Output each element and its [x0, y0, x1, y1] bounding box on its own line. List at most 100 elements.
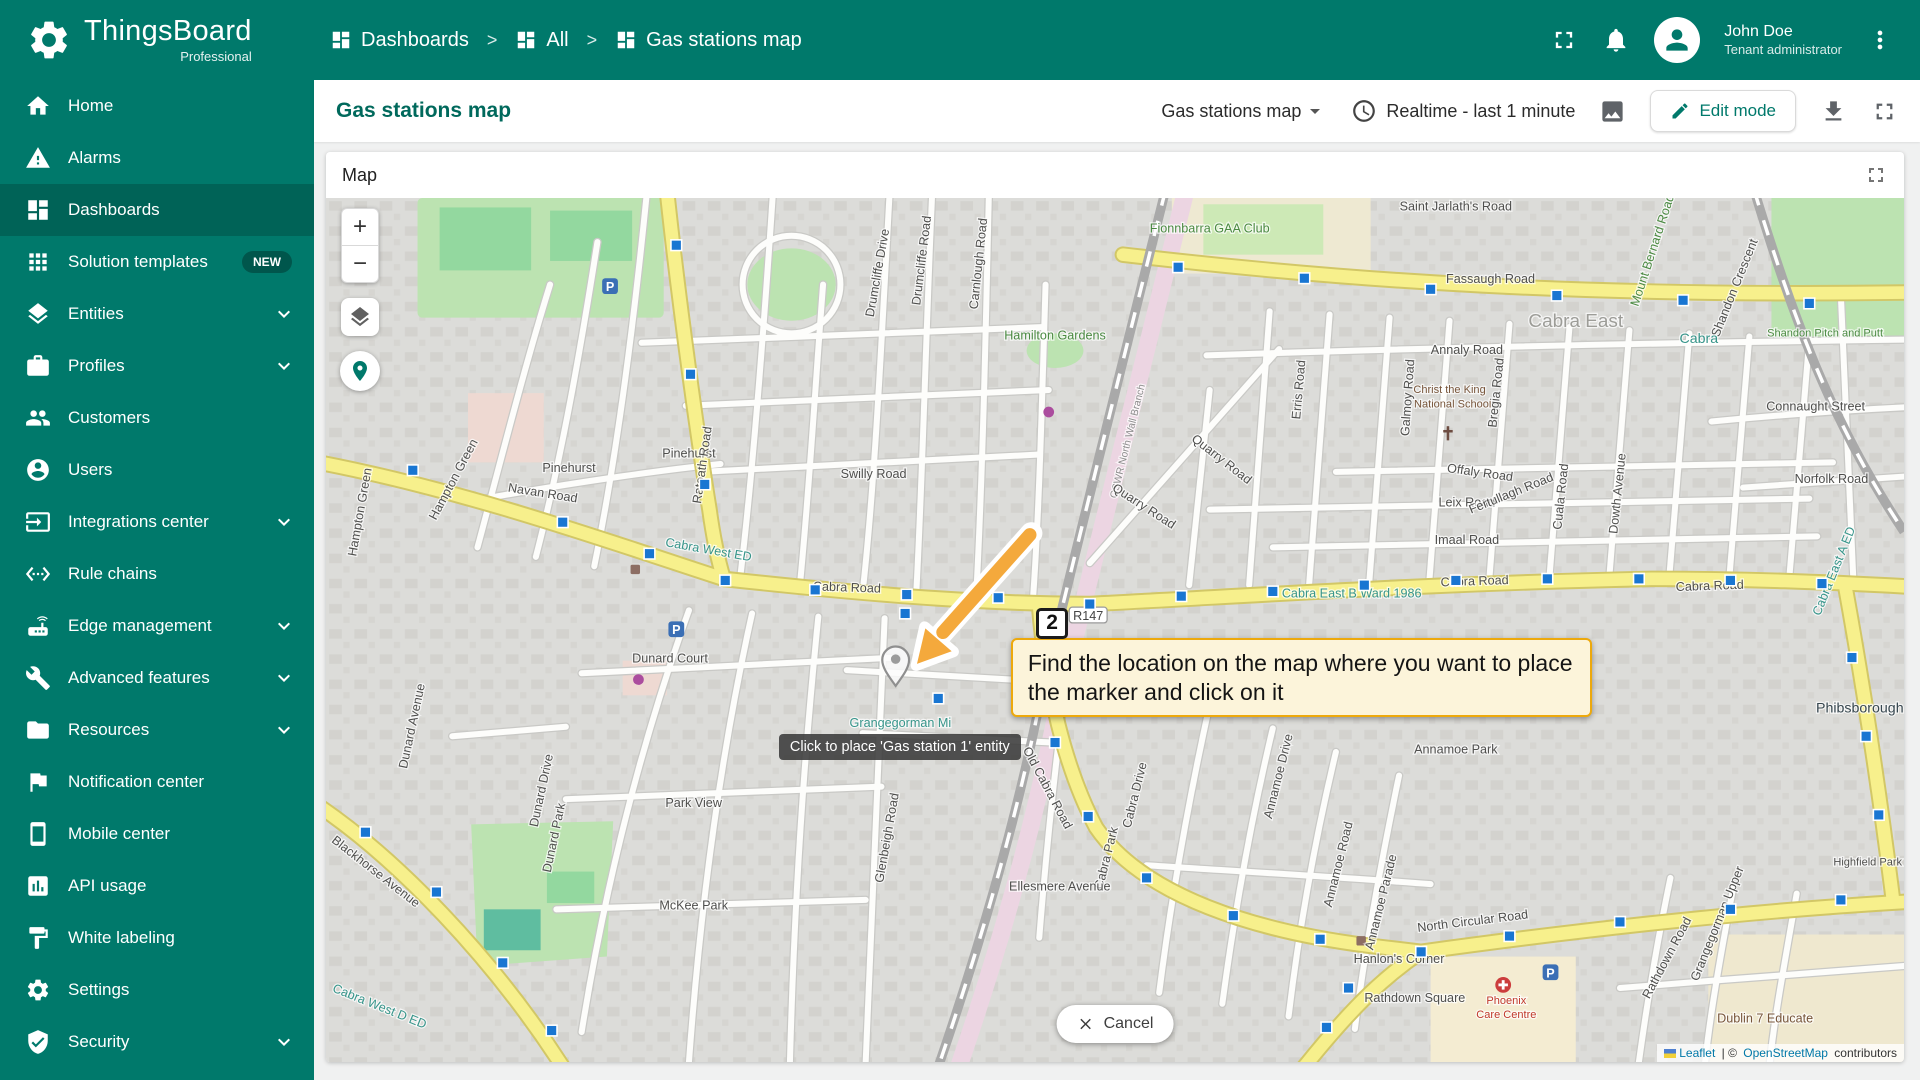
map-data-point[interactable]: [670, 239, 683, 252]
breadcrumb-item[interactable]: Dashboards: [330, 29, 469, 52]
map-label: Shandon Pitch and Putt: [1767, 328, 1883, 340]
more-menu-button[interactable]: [1866, 26, 1894, 54]
map-data-point[interactable]: [1083, 597, 1096, 611]
place-marker-tool-button[interactable]: [340, 351, 380, 391]
map-data-point[interactable]: [430, 885, 443, 899]
map-data-point[interactable]: [1175, 590, 1188, 603]
sidebar-item-mobile-center[interactable]: Mobile center: [0, 808, 314, 860]
osm-link[interactable]: OpenStreetMap: [1743, 1046, 1828, 1060]
map-canvas[interactable]: PPP Drumcliffe Road Carnlough Road Drumcli…: [326, 198, 1904, 1062]
sidebar-item-advanced-features[interactable]: Advanced features: [0, 652, 314, 704]
map-data-point[interactable]: [992, 591, 1005, 604]
leaflet-link[interactable]: Leaflet: [1679, 1046, 1715, 1060]
map-data-point[interactable]: [545, 1024, 558, 1037]
map-data-point[interactable]: [406, 464, 419, 477]
map-data-point[interactable]: [1227, 909, 1240, 922]
map-data-point[interactable]: [719, 574, 732, 587]
sidebar-item-profiles[interactable]: Profiles: [0, 340, 314, 392]
map-data-point[interactable]: [1676, 294, 1690, 307]
sidebar-item-resources[interactable]: Resources: [0, 704, 314, 756]
person-icon: [1666, 29, 1688, 51]
map-data-point[interactable]: [1342, 981, 1355, 995]
sidebar-item-home[interactable]: Home: [0, 80, 314, 132]
user-avatar[interactable]: [1654, 17, 1701, 63]
map-data-point[interactable]: [1845, 651, 1859, 664]
fullscreen-button[interactable]: [1550, 26, 1578, 54]
fullscreen-toggle-button[interactable]: [1871, 98, 1898, 125]
notifications-bell-button[interactable]: [1602, 26, 1630, 54]
map-data-point[interactable]: [1872, 808, 1885, 822]
map-data-point[interactable]: [1140, 871, 1153, 885]
map-data-point[interactable]: [1724, 574, 1737, 587]
map-data-point[interactable]: [1503, 929, 1516, 943]
map-data-point[interactable]: [1424, 283, 1437, 296]
map-data-point[interactable]: [1859, 730, 1873, 743]
map-data-point[interactable]: [1082, 810, 1095, 823]
sidebar-item-white-labeling[interactable]: White labeling: [0, 912, 314, 964]
thingsboard-logo[interactable]: ThingsBoard Professional: [0, 16, 300, 64]
map-label: McKee Park: [659, 898, 728, 912]
layers-button[interactable]: [341, 298, 379, 336]
sidebar-item-label: Rule chains: [68, 564, 157, 583]
sidebar-item-integrations-center[interactable]: Integrations center: [0, 496, 314, 548]
map-data-point[interactable]: [1358, 579, 1371, 592]
map-data-point[interactable]: [1171, 261, 1185, 274]
widget-fullscreen-button[interactable]: [1864, 163, 1888, 187]
sidebar-item-customers[interactable]: Customers: [0, 392, 314, 444]
cancel-button[interactable]: Cancel: [1056, 1005, 1174, 1043]
breadcrumb-item[interactable]: Gas stations map: [615, 29, 802, 52]
map-data-point[interactable]: [1803, 297, 1816, 310]
map-data-point[interactable]: [684, 368, 697, 381]
map-data-point[interactable]: [809, 583, 822, 597]
map-data-point[interactable]: [1320, 1021, 1333, 1034]
map-data-point[interactable]: [496, 956, 509, 969]
zoom-in-button[interactable]: +: [342, 209, 378, 245]
map-data-point[interactable]: [900, 588, 913, 601]
download-button[interactable]: [1820, 98, 1847, 125]
map-data-point[interactable]: [1414, 945, 1428, 958]
map-data-point[interactable]: [1632, 572, 1646, 585]
map-label: Annaly Road: [1431, 343, 1503, 357]
map-data-point[interactable]: [1834, 893, 1848, 907]
map-data-point[interactable]: [698, 478, 711, 491]
customers-icon: [26, 410, 50, 426]
map-data-point[interactable]: [1815, 577, 1829, 590]
sidebar-item-security[interactable]: Security: [0, 1016, 314, 1068]
sidebar-item-notification-center[interactable]: Notification center: [0, 756, 314, 808]
map-data-point[interactable]: [1266, 585, 1279, 598]
map-label: Cabra East: [1528, 311, 1623, 332]
breadcrumb-item[interactable]: All: [515, 29, 569, 52]
brand-subtitle: Professional: [180, 48, 252, 64]
map-data-point[interactable]: [1550, 289, 1563, 302]
zoom-out-button[interactable]: −: [342, 246, 378, 282]
sidebar-item-dashboards[interactable]: Dashboards: [0, 184, 314, 236]
sidebar-item-solution-templates[interactable]: Solution templates NEW: [0, 236, 314, 288]
mobile-icon: [30, 822, 46, 846]
sidebar-nav: Home Alarms Dashboards Solution templates NE…: [0, 80, 314, 1080]
map-data-point[interactable]: [1298, 272, 1311, 285]
sidebar-item-edge-management[interactable]: Edge management: [0, 600, 314, 652]
map-data-point[interactable]: [643, 547, 656, 560]
timewindow-button[interactable]: Realtime - last 1 minute: [1351, 98, 1575, 124]
map-data-point[interactable]: [1613, 915, 1627, 929]
sidebar-item-users[interactable]: Users: [0, 444, 314, 496]
breadcrumb-separator: >: [586, 29, 598, 50]
sidebar-item-rule-chains[interactable]: Rule chains: [0, 548, 314, 600]
map-data-point[interactable]: [1449, 574, 1463, 587]
sidebar-item-entities[interactable]: Entities: [0, 288, 314, 340]
map-data-point[interactable]: [1724, 903, 1737, 916]
map-data-point[interactable]: [1048, 736, 1062, 749]
map-data-point[interactable]: [932, 692, 945, 705]
dashboard-select[interactable]: Gas stations map: [1161, 99, 1327, 123]
edit-mode-button[interactable]: Edit mode: [1650, 90, 1796, 132]
map-data-point[interactable]: [1541, 572, 1554, 585]
image-gallery-button[interactable]: [1599, 98, 1626, 125]
map-data-point[interactable]: [898, 607, 912, 620]
sidebar-item-settings[interactable]: Settings: [0, 964, 314, 1016]
map-label: Dunard Court: [632, 651, 708, 665]
map-data-point[interactable]: [1313, 933, 1327, 946]
sidebar-item-alarms[interactable]: Alarms: [0, 132, 314, 184]
sidebar-item-api-usage[interactable]: API usage: [0, 860, 314, 912]
map-data-point[interactable]: [556, 516, 569, 529]
map-data-point[interactable]: [359, 826, 372, 839]
